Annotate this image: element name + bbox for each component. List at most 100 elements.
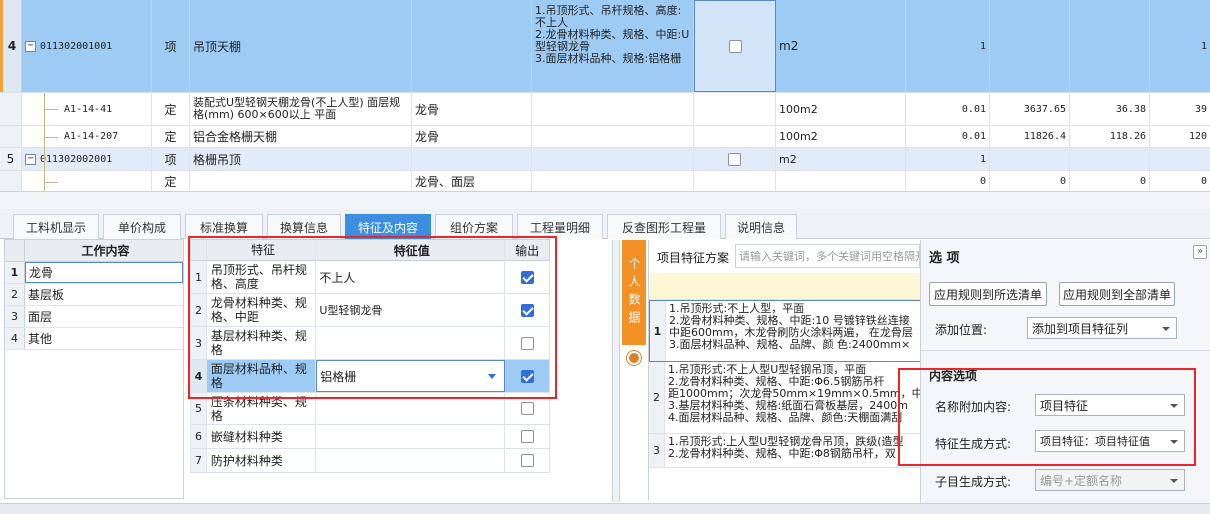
tab-labor-material[interactable]: 工料机显示: [13, 214, 99, 239]
item-features[interactable]: 1.吊顶形式、吊杆规格、高度:不上人 2.龙骨材料种类、规格、中距:U型轻钢龙骨…: [532, 0, 694, 92]
work-item-text[interactable]: 龙骨: [25, 262, 183, 283]
list-item[interactable]: 2 基层板: [5, 284, 183, 306]
item-material[interactable]: 龙骨、面层: [412, 171, 532, 191]
feature-value-dropdown[interactable]: 铝格栅: [316, 360, 506, 392]
table-row[interactable]: 1 1.吊顶形式:不上人型，平面 2.龙骨材料种类、规格、中距:10 号镀锌铁丝…: [649, 300, 921, 362]
output-checkbox-cell[interactable]: [694, 148, 776, 170]
output-checkbox-cell[interactable]: [505, 294, 549, 326]
item-features[interactable]: [532, 148, 694, 170]
item-qty[interactable]: 0.01: [906, 93, 990, 125]
output-checkbox[interactable]: [520, 336, 534, 350]
table-row[interactable]: 5 − 011302002001 项 格栅吊顶 m2 1: [0, 148, 1210, 171]
output-checkbox-cell[interactable]: [694, 0, 776, 92]
feature-gen-select[interactable]: 项目特征：项目特征值: [1035, 430, 1185, 452]
feature-value[interactable]: 不上人: [316, 261, 506, 293]
output-checkbox[interactable]: [520, 454, 534, 467]
table-row[interactable]: 2 龙骨材料种类、规格、中距 U型轻钢龙骨: [190, 294, 550, 327]
output-checkbox[interactable]: [728, 39, 742, 53]
table-row[interactable]: 7 防护材料种类: [190, 449, 550, 473]
item-qty[interactable]: 0: [906, 171, 990, 191]
add-position-select[interactable]: 添加到项目特征列: [1027, 317, 1177, 339]
work-item-text[interactable]: 面层: [25, 306, 183, 327]
panel-splitter[interactable]: [612, 240, 620, 502]
table-row[interactable]: A1-14-41 定 装配式U型轻钢天棚龙骨(不上人型) 面层规格(mm) 60…: [0, 93, 1210, 126]
item-material[interactable]: 龙骨: [412, 93, 532, 125]
sub-gen-select[interactable]: 编号+定额名称: [1035, 469, 1185, 491]
feature-value[interactable]: [316, 425, 506, 448]
work-item-text[interactable]: 基层板: [25, 284, 183, 305]
item-features[interactable]: [532, 171, 694, 191]
feature-value[interactable]: [316, 449, 506, 472]
item-code-cell[interactable]: − 011302002001: [22, 148, 152, 170]
item-name[interactable]: 格栅吊顶: [190, 148, 412, 170]
feature-scheme-text[interactable]: 1.吊顶形式:不上人型，平面 2.龙骨材料种类、规格、中距:10 号镀锌铁丝连接…: [666, 301, 920, 361]
item-name[interactable]: 铝合金格栅天棚: [190, 126, 412, 147]
output-checkbox-cell[interactable]: [505, 425, 549, 448]
table-row[interactable]: 3 基层材料种类、规格: [190, 327, 550, 360]
tab-features-content[interactable]: 特征及内容: [345, 214, 431, 239]
table-row[interactable]: 2 1.吊顶形式:不上人型U型轻钢吊顶，平面 2.龙骨材料种类、规格、中距:Φ6…: [649, 362, 921, 434]
tab-description[interactable]: 说明信息: [725, 214, 797, 239]
output-checkbox[interactable]: [520, 430, 534, 443]
output-checkbox-cell[interactable]: [505, 449, 549, 472]
collapse-panel-icon[interactable]: »: [1193, 245, 1207, 259]
output-checkbox[interactable]: [520, 270, 534, 284]
table-row[interactable]: 4 面层材料品种、规格 铝格栅: [190, 360, 550, 393]
name-append-select[interactable]: 项目特征: [1035, 394, 1185, 416]
output-checkbox-cell[interactable]: [505, 327, 549, 359]
item-material[interactable]: [412, 148, 532, 170]
output-checkbox[interactable]: [728, 152, 741, 166]
item-features[interactable]: [532, 93, 694, 125]
item-material[interactable]: 龙骨: [412, 126, 532, 147]
item-code[interactable]: A1-14-41: [22, 93, 152, 125]
item-code[interactable]: [22, 171, 152, 191]
table-row[interactable]: 5 压条材料种类、规格: [190, 393, 550, 425]
item-material[interactable]: [412, 0, 532, 92]
output-checkbox-cell[interactable]: [505, 261, 549, 293]
table-row[interactable]: 定 龙骨、面层 0 0 0 0: [0, 171, 1210, 191]
table-row[interactable]: 3 1.吊顶形式:上人型U型轻钢龙骨吊顶，跌级(造型 2.龙骨材料种类、规格、中…: [649, 434, 921, 468]
tab-unit-price[interactable]: 单价构成: [103, 214, 181, 239]
list-item[interactable]: 3 面层: [5, 306, 183, 328]
feature-scheme-text[interactable]: 1.吊顶形式:不上人型U型轻钢吊顶，平面 2.龙骨材料种类、规格、中距:Φ6.5…: [665, 362, 921, 433]
feature-value[interactable]: U型轻钢龙骨: [316, 294, 506, 326]
work-item-text[interactable]: 其他: [25, 328, 183, 349]
chevron-down-icon[interactable]: [488, 374, 497, 379]
collapse-icon[interactable]: −: [25, 153, 36, 165]
apply-rule-selected-button[interactable]: 应用规则到所选清单: [929, 282, 1047, 306]
tab-pricing-plan[interactable]: 组价方案: [435, 214, 513, 239]
table-row[interactable]: 1 吊顶形式、吊杆规格、高度 不上人: [190, 261, 550, 294]
table-row[interactable]: 6 嵌缝材料种类: [190, 425, 550, 449]
table-row[interactable]: A1-14-207 定 铝合金格栅天棚 龙骨 100m2 0.01 11826.…: [0, 126, 1210, 148]
item-qty[interactable]: 0.01: [906, 126, 990, 147]
feature-value[interactable]: [316, 327, 506, 359]
collapse-icon[interactable]: −: [25, 40, 36, 52]
feature-scheme-text[interactable]: 1.吊顶形式:上人型U型轻钢龙骨吊顶，跌级(造型 2.龙骨材料种类、规格、中距:…: [665, 434, 921, 467]
tab-reverse-lookup[interactable]: 反查图形工程量: [607, 214, 721, 239]
tab-quantity-detail[interactable]: 工程量明细: [517, 214, 603, 239]
item-name[interactable]: 装配式U型轻钢天棚龙骨(不上人型) 面层规格(mm) 600×600以上 平面: [190, 93, 412, 125]
list-item[interactable]: 4 其他: [5, 328, 183, 350]
list-item[interactable]: 1 龙骨: [5, 262, 183, 284]
output-checkbox[interactable]: [520, 369, 534, 383]
personal-data-tab[interactable]: 个人数据: [622, 240, 646, 345]
item-qty[interactable]: 1: [906, 148, 990, 170]
item-qty[interactable]: 1: [906, 0, 990, 92]
tab-conversion-info[interactable]: 换算信息: [267, 214, 341, 239]
grid-scrollbar[interactable]: [0, 192, 1210, 209]
item-features[interactable]: [532, 126, 694, 147]
output-checkbox-cell[interactable]: [505, 360, 549, 392]
output-checkbox[interactable]: [520, 402, 534, 415]
apply-rule-all-button[interactable]: 应用规则到全部清单: [1059, 282, 1175, 306]
search-input[interactable]: 请输入关键词，多个关键词用空格隔开: [735, 244, 920, 268]
item-name[interactable]: 吊顶天棚: [190, 0, 412, 92]
tab-standard-conversion[interactable]: 标准换算: [185, 214, 263, 239]
item-code-cell[interactable]: − 011302001001: [22, 0, 152, 92]
item-name[interactable]: [190, 171, 412, 191]
output-checkbox-cell[interactable]: [505, 393, 549, 424]
settings-icon[interactable]: [627, 351, 641, 365]
output-checkbox[interactable]: [520, 303, 534, 317]
feature-value[interactable]: [316, 393, 506, 424]
table-row[interactable]: 4 − 011302001001 项 吊顶天棚 1.吊顶形式、吊杆规格、高度:不…: [0, 0, 1210, 93]
item-code[interactable]: A1-14-207: [22, 126, 152, 147]
